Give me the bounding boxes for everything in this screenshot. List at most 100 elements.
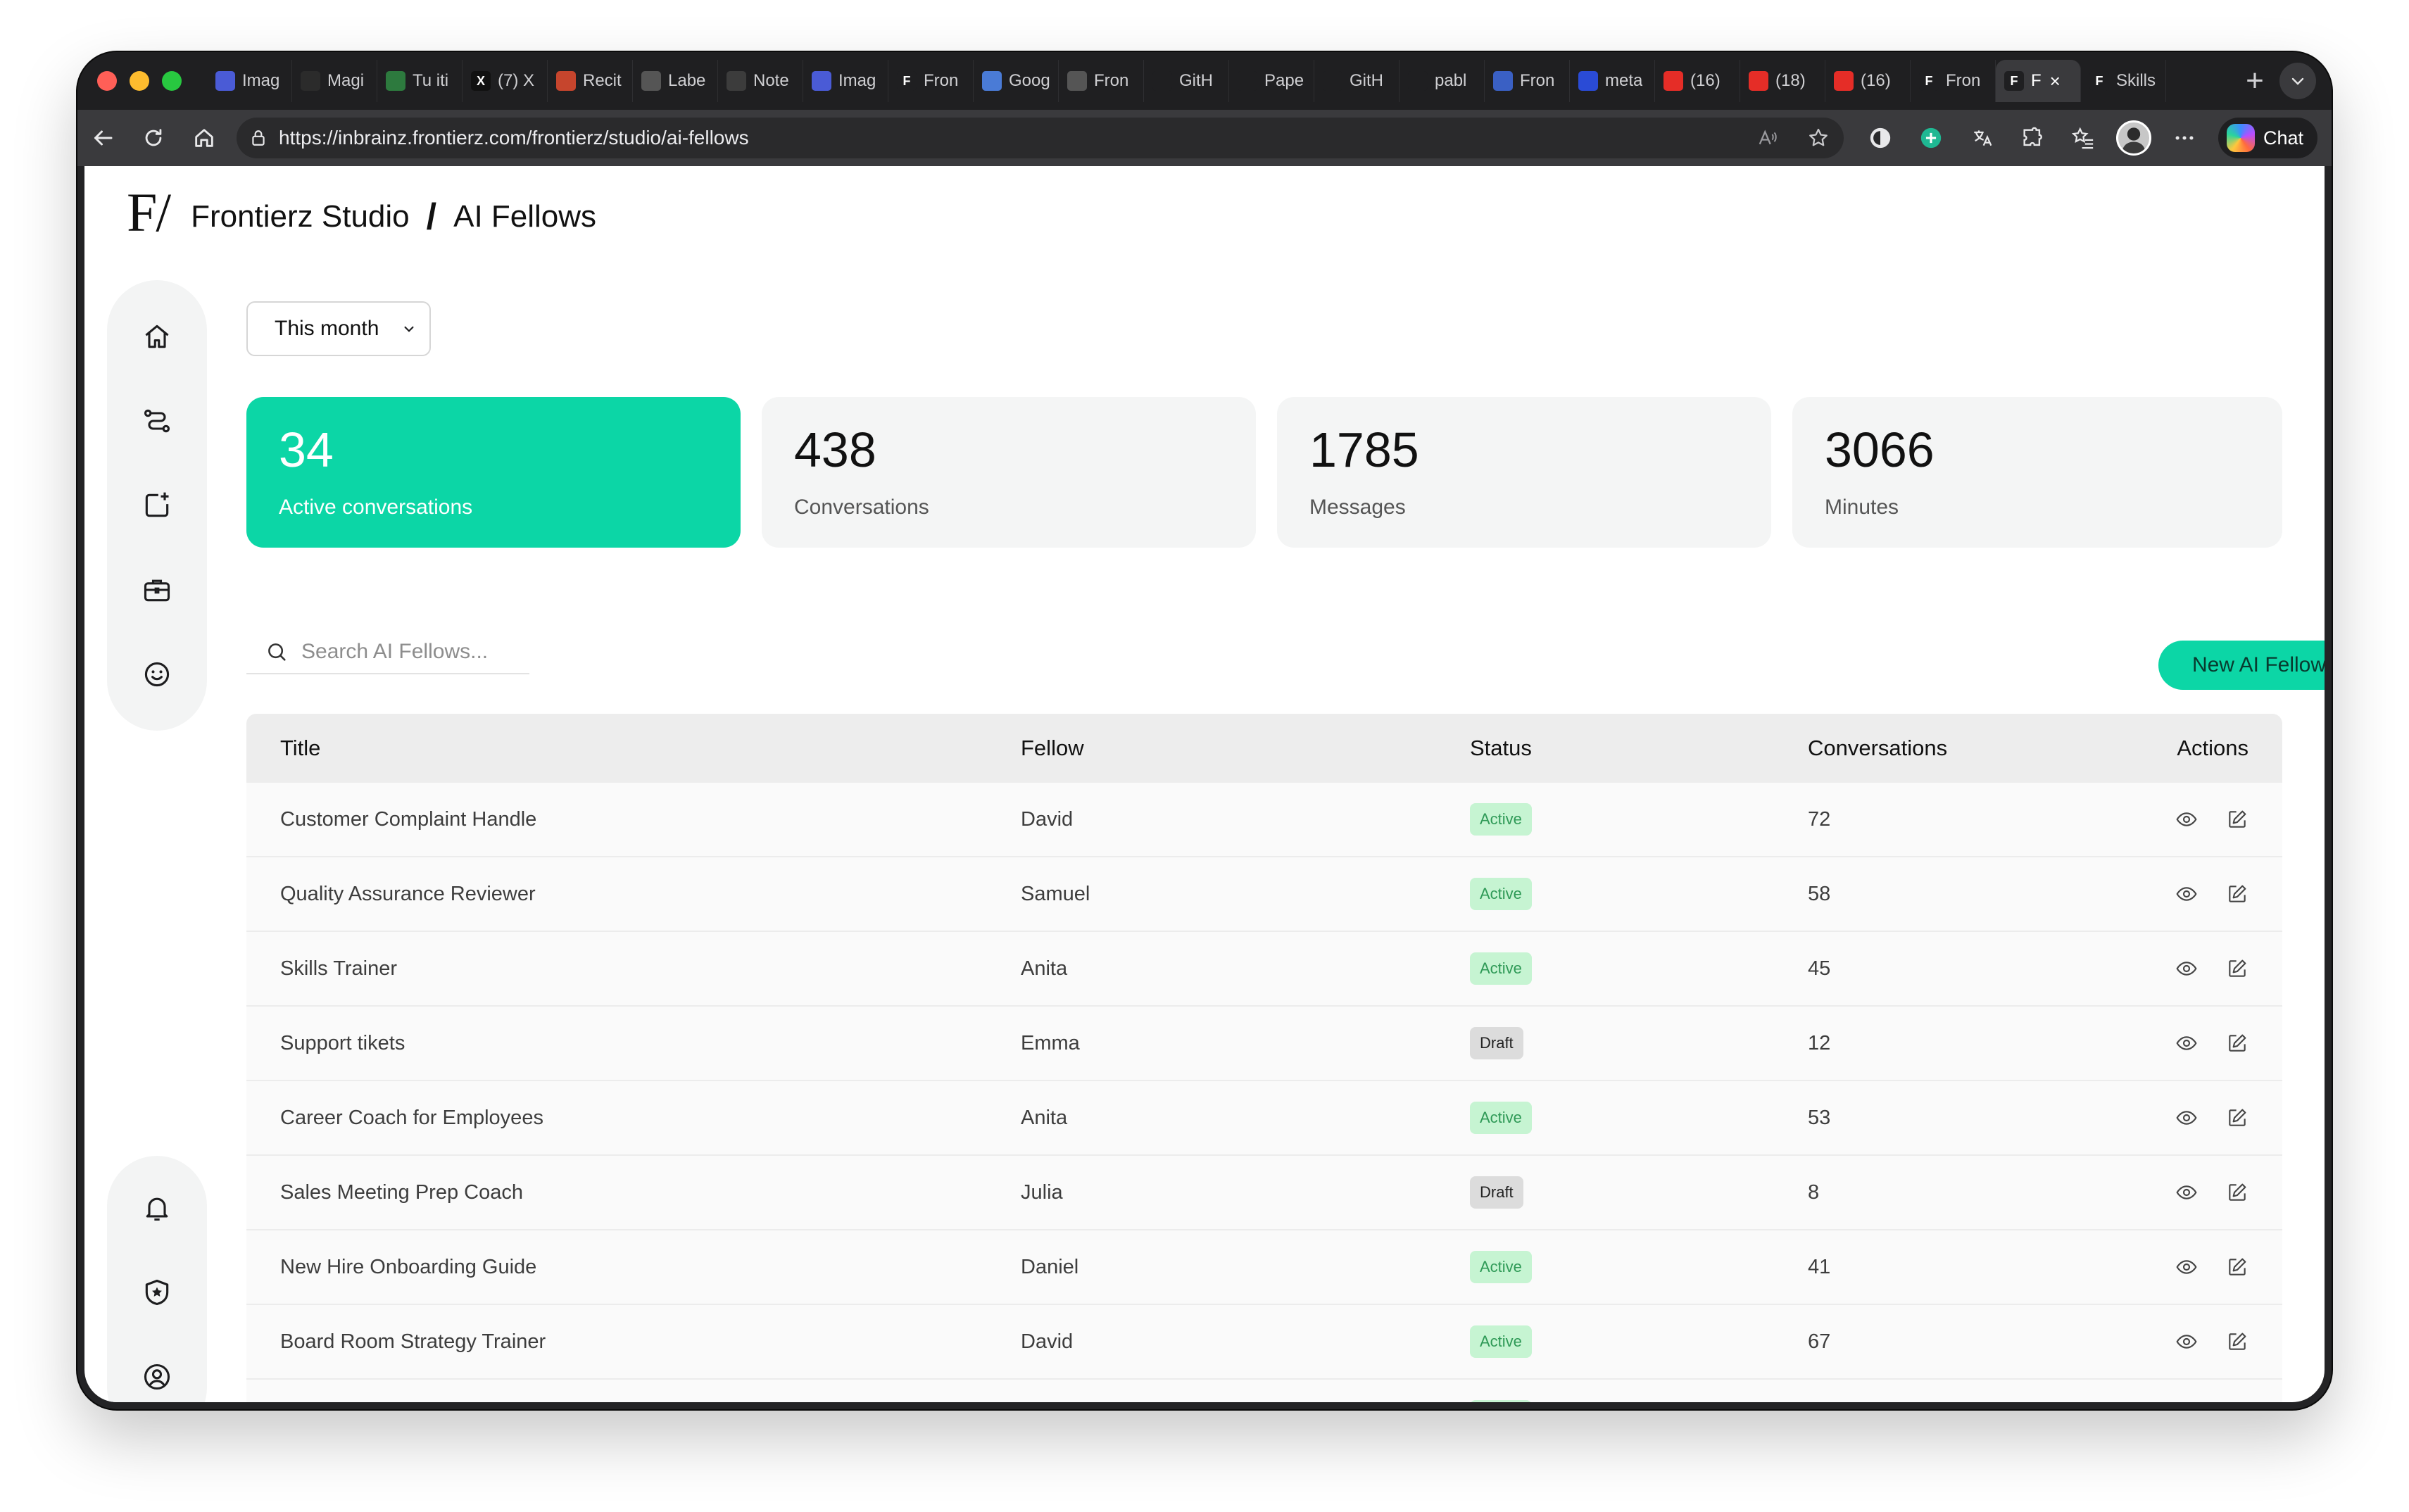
browser-tab[interactable]: Fron xyxy=(1059,60,1144,102)
read-aloud-icon[interactable] xyxy=(1742,127,1793,149)
tab-menu-button[interactable] xyxy=(2279,63,2316,99)
browser-tab[interactable]: (18) xyxy=(1740,60,1825,102)
chat-button[interactable]: Chat xyxy=(2218,118,2317,158)
browser-tab[interactable]: Imag xyxy=(207,60,292,102)
status-badge: Active xyxy=(1470,1400,1532,1402)
column-header-status[interactable]: Status xyxy=(1470,736,1808,761)
edit-icon[interactable] xyxy=(2226,1181,2248,1204)
close-tab-icon[interactable]: × xyxy=(2050,70,2061,92)
column-header-conversations[interactable]: Conversations xyxy=(1808,736,2118,761)
browser-tab[interactable]: (16) xyxy=(1825,60,1911,102)
browser-tab[interactable]: (16) xyxy=(1655,60,1740,102)
stat-card-active-conversations[interactable]: 34 Active conversations xyxy=(246,397,741,548)
address-bar[interactable]: https://inbrainz.frontierz.com/frontierz… xyxy=(237,118,1844,158)
table-row[interactable]: Board Room Strategy Trainer David Active 67 xyxy=(246,1305,2282,1380)
copilot-icon xyxy=(2226,124,2255,152)
browser-tab[interactable]: GitH xyxy=(1314,60,1400,102)
row-conversations: 45 xyxy=(1808,957,1831,980)
view-eye-icon[interactable] xyxy=(2175,883,2198,905)
breadcrumb-studio[interactable]: Frontierz Studio xyxy=(191,199,410,234)
status-badge: Active xyxy=(1470,878,1532,910)
table-row[interactable]: Sales Meeting Prep Coach Julia Draft 8 xyxy=(246,1156,2282,1230)
table-row[interactable]: Sports Mental Health CoachJuliaActive82 xyxy=(246,1380,2282,1402)
favorites-list-icon[interactable] xyxy=(2058,126,2108,150)
browser-tab[interactable]: F Skills xyxy=(2081,60,2166,102)
close-window-button[interactable] xyxy=(97,71,117,91)
edit-icon[interactable] xyxy=(2226,883,2248,905)
home-button[interactable] xyxy=(179,126,229,150)
frontierz-logo[interactable]: F/ xyxy=(127,181,171,244)
stat-card-conversations[interactable]: 438 Conversations xyxy=(762,397,1256,548)
browser-tab[interactable]: Pape xyxy=(1229,60,1314,102)
table-row[interactable]: Support tikets Emma Draft 12 xyxy=(246,1007,2282,1081)
favorite-star-icon[interactable] xyxy=(1793,127,1844,149)
frontierz-icon: F xyxy=(897,71,917,91)
tab-bar: Imag Magi Tu iti X (7) X Recit Labe Note Imag F Fr… xyxy=(77,52,2332,110)
stat-card-minutes[interactable]: 3066 Minutes xyxy=(1792,397,2282,548)
table-row[interactable]: Customer Complaint Handle David Active 72 xyxy=(246,783,2282,857)
browser-tab-label: (18) xyxy=(1775,71,1806,90)
browser-tab[interactable]: Magi xyxy=(292,60,377,102)
profile-avatar[interactable] xyxy=(2108,120,2159,156)
edit-icon[interactable] xyxy=(2226,1032,2248,1054)
browser-tab[interactable]: GitH xyxy=(1144,60,1229,102)
view-eye-icon[interactable] xyxy=(2175,808,2198,831)
browser-tab[interactable]: F Fron xyxy=(1911,60,1996,102)
sidebar-item-toolkit[interactable] xyxy=(107,562,207,618)
browser-tab[interactable]: Note xyxy=(718,60,803,102)
sidebar-item-home[interactable] xyxy=(107,308,207,365)
more-menu-button[interactable] xyxy=(2159,126,2210,150)
sidebar-item-security[interactable] xyxy=(107,1264,207,1321)
view-eye-icon[interactable] xyxy=(2175,1181,2198,1204)
edit-icon[interactable] xyxy=(2226,808,2248,831)
period-select[interactable]: This month xyxy=(246,301,431,356)
browser-tab-label: Goog xyxy=(1009,71,1050,90)
stat-card-messages[interactable]: 1785 Messages xyxy=(1277,397,1771,548)
column-header-title[interactable]: Title xyxy=(246,736,1021,761)
table-row[interactable]: Skills Trainer Anita Active 45 xyxy=(246,932,2282,1007)
table-row[interactable]: New Hire Onboarding Guide Daniel Active 41 xyxy=(246,1230,2282,1305)
column-header-fellow[interactable]: Fellow xyxy=(1021,736,1470,761)
new-ai-fellow-button[interactable]: New AI Fellow xyxy=(2158,641,2325,690)
view-eye-icon[interactable] xyxy=(2175,1032,2198,1054)
browser-tab[interactable]: X (7) X xyxy=(463,60,548,102)
view-eye-icon[interactable] xyxy=(2175,1107,2198,1129)
table-row[interactable]: Career Coach for Employees Anita Active 53 xyxy=(246,1081,2282,1156)
view-eye-icon[interactable] xyxy=(2175,1330,2198,1353)
window-controls xyxy=(77,71,207,91)
extension-icon[interactable] xyxy=(1855,126,1906,150)
edit-icon[interactable] xyxy=(2226,1256,2248,1278)
sidebar-item-flows[interactable] xyxy=(107,393,207,449)
browser-tab[interactable]: Goog xyxy=(974,60,1059,102)
puzzle-extensions-icon[interactable] xyxy=(2007,126,2058,150)
view-eye-icon[interactable] xyxy=(2175,957,2198,980)
grammar-extension-icon[interactable] xyxy=(1906,126,1956,150)
edit-icon[interactable] xyxy=(2226,1107,2248,1129)
search-input[interactable] xyxy=(301,640,527,664)
browser-tab-label: Fron xyxy=(1946,71,1981,90)
table-row[interactable]: Quality Assurance Reviewer Samuel Active 58 xyxy=(246,857,2282,932)
browser-tab[interactable]: Tu iti xyxy=(377,60,463,102)
sidebar-item-create[interactable] xyxy=(107,477,207,534)
new-tab-button[interactable]: + xyxy=(2230,63,2279,99)
browser-tab[interactable]: pabl xyxy=(1400,60,1485,102)
browser-tab[interactable]: Imag xyxy=(803,60,888,102)
sidebar-item-notifications[interactable] xyxy=(107,1180,207,1236)
edit-icon[interactable] xyxy=(2226,1330,2248,1353)
translate-extension-icon[interactable] xyxy=(1956,127,2007,149)
view-eye-icon[interactable] xyxy=(2175,1256,2198,1278)
browser-tab[interactable]: meta xyxy=(1570,60,1655,102)
reload-button[interactable] xyxy=(128,126,179,150)
browser-tab[interactable]: Fron xyxy=(1485,60,1570,102)
minimize-window-button[interactable] xyxy=(130,71,149,91)
browser-tab[interactable]: F F × xyxy=(1996,60,2081,102)
edit-icon[interactable] xyxy=(2226,957,2248,980)
gmail-icon xyxy=(556,71,576,91)
sidebar-item-fellows[interactable] xyxy=(107,646,207,703)
back-button[interactable] xyxy=(77,125,128,151)
browser-tab[interactable]: F Fron xyxy=(888,60,974,102)
maximize-window-button[interactable] xyxy=(162,71,182,91)
browser-tab[interactable]: Recit xyxy=(548,60,633,102)
sidebar-item-profile[interactable] xyxy=(107,1349,207,1402)
browser-tab[interactable]: Labe xyxy=(633,60,718,102)
